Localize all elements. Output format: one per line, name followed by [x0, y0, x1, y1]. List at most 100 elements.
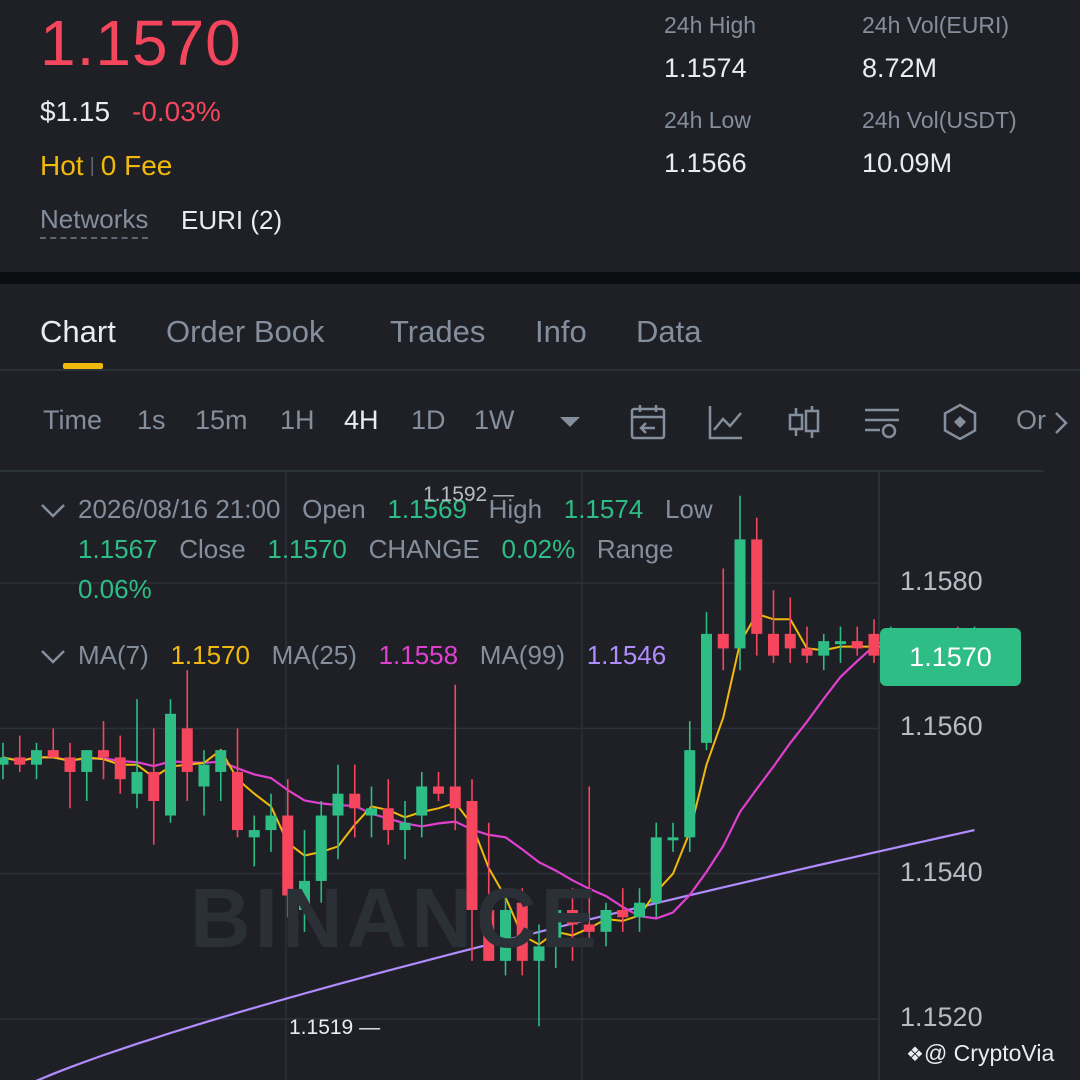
candle-body [215, 750, 227, 772]
candle-body [701, 633, 712, 743]
vol-usdt-label: 24h Vol(USDT) [862, 107, 1017, 133]
current-price-tag: 1.1570 [880, 628, 1021, 686]
candle-body [0, 757, 9, 765]
usd-price: $1.15 [40, 96, 111, 127]
last-price: 1.1570 [40, 7, 242, 79]
candle-body [81, 750, 93, 772]
line-chart-icon[interactable] [706, 402, 746, 442]
vol-euri-label: 24h Vol(EURI) [862, 12, 1010, 38]
hot-tag[interactable]: Hot [40, 150, 84, 181]
candle-body [650, 837, 662, 903]
candle-body [818, 641, 830, 656]
ma25-value: 1.1558 [378, 640, 459, 670]
candle-body [198, 764, 210, 787]
y-tick-2: 1.1560 [900, 711, 983, 741]
ma-legend: MA(7) 1.1570 MA(25) 1.1558 MA(99) 1.1546 [78, 640, 666, 671]
tag-separator: | [89, 155, 95, 177]
settings-sliders-icon[interactable] [862, 402, 902, 442]
candle-body [148, 771, 160, 801]
candle-body [617, 910, 629, 918]
high-value: 1.1574 [664, 53, 747, 83]
diamond-logo-icon: ❖ [906, 1044, 924, 1066]
candle-body [14, 757, 26, 765]
tab-data[interactable]: Data [636, 314, 701, 350]
candle-body [751, 539, 763, 634]
candle-body [165, 713, 176, 816]
candle-body [265, 815, 277, 831]
fee-tag[interactable]: 0 Fee [101, 150, 173, 181]
range-label: Range [596, 534, 674, 564]
timeframe-15m[interactable]: 15m [195, 405, 248, 436]
calendar-back-icon[interactable] [628, 402, 668, 442]
ma7-label: MA(7) [78, 640, 149, 670]
y-tick-4: 1.1520 [900, 1002, 983, 1032]
candle-body [634, 902, 645, 918]
candle-body [332, 793, 344, 816]
caret-down-icon[interactable] [558, 414, 582, 430]
candle-body [449, 786, 461, 809]
open-label: Open [302, 494, 366, 524]
candle-body [667, 837, 679, 841]
ma99-value: 1.1546 [586, 640, 667, 670]
collapse-ma-icon[interactable] [40, 647, 66, 665]
change-label: CHANGE [368, 534, 480, 564]
ohlc-line-1: 2026/08/16 21:00 Open 1.1569 High 1.1574… [78, 494, 713, 525]
candle-body [399, 822, 411, 831]
chevron-right-icon[interactable] [1052, 410, 1070, 436]
timeframe-1h[interactable]: 1H [280, 405, 315, 436]
high-value-legend: 1.1574 [563, 494, 644, 524]
low-value: 1.1566 [664, 148, 747, 178]
networks-label[interactable]: Networks [40, 204, 149, 239]
candle-body [768, 633, 779, 656]
low-value-legend: 1.1567 [78, 534, 158, 564]
y-tick-1: 1.1580 [900, 566, 983, 596]
credit-label: ❖@ CryptoVia [906, 1040, 1055, 1066]
ohlc-datetime: 2026/08/16 21:00 [78, 494, 281, 524]
more-tools-label[interactable]: Or [1016, 405, 1046, 436]
candle-icon[interactable] [784, 402, 824, 442]
candle-body [131, 771, 143, 794]
timeframe-time[interactable]: Time [43, 405, 102, 436]
tab-order-book[interactable]: Order Book [166, 314, 325, 350]
candle-body [784, 633, 796, 649]
candle-body [416, 786, 428, 816]
networks-value: EURI (2) [181, 205, 283, 235]
candle-body [232, 771, 243, 831]
vol-usdt-value: 10.09M [862, 148, 953, 178]
candle-body [382, 808, 394, 831]
candle-body [717, 633, 729, 649]
timeframe-1s[interactable]: 1s [137, 405, 166, 436]
timeframe-1w[interactable]: 1W [474, 405, 515, 436]
candle-body [98, 750, 109, 758]
tab-chart[interactable]: Chart [40, 314, 116, 350]
ohlc-line-2: 1.1567 Close 1.1570 CHANGE 0.02% Range [78, 534, 674, 565]
min-price-marker: 1.1519 — [289, 1016, 381, 1039]
tab-trades[interactable]: Trades [390, 314, 485, 350]
hexagon-icon[interactable] [940, 402, 980, 442]
section-divider [0, 272, 1080, 284]
ohlc-line-3: 0.06% [78, 574, 152, 605]
candle-body [801, 648, 813, 656]
ma7-value: 1.1570 [170, 640, 250, 670]
high-label: 24h High [664, 12, 757, 38]
candle-body [47, 750, 59, 758]
timeframe-4h[interactable]: 4H [344, 405, 379, 436]
candle-body [181, 728, 193, 772]
tab-info[interactable]: Info [535, 314, 587, 350]
candle-body [851, 641, 863, 649]
tag-row: Hot | 0 Fee [40, 150, 172, 182]
candle-body [349, 793, 361, 809]
timeframe-1d[interactable]: 1D [411, 405, 446, 436]
range-value: 0.06% [78, 574, 152, 604]
candle-body [366, 808, 377, 816]
candle-body [114, 757, 126, 780]
close-value: 1.1570 [267, 534, 347, 564]
candle-body [248, 830, 260, 838]
low-label: 24h Low [664, 107, 751, 133]
candle-body [868, 633, 880, 656]
candle-body [734, 539, 746, 649]
candle-body [433, 786, 444, 794]
candle-body [684, 750, 696, 838]
vol-euri-value: 8.72M [862, 53, 938, 83]
collapse-ohlc-icon[interactable] [40, 501, 66, 519]
